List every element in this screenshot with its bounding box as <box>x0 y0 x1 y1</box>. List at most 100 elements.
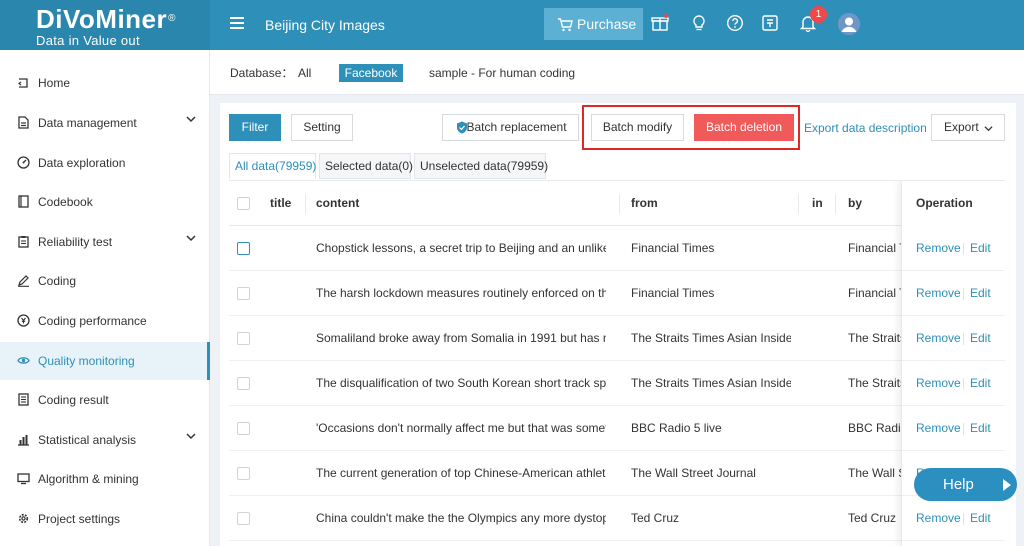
from-cell: The Wall Street Journal <box>631 466 756 480</box>
sidebar-item-label: Codebook <box>38 195 93 209</box>
gift-icon[interactable] <box>651 14 669 32</box>
divider <box>963 423 964 435</box>
avatar[interactable] <box>838 13 860 35</box>
remove-link[interactable]: Remove <box>916 496 961 541</box>
tab-all-data[interactable]: All data(79959) <box>229 153 316 179</box>
column-header-by[interactable]: by <box>848 181 898 226</box>
row-checkbox[interactable] <box>237 332 250 345</box>
sidebar-item-label: Coding result <box>38 393 109 407</box>
remove-link[interactable]: Remove <box>916 271 961 316</box>
sidebar-item-label: Statistical analysis <box>38 433 137 447</box>
edit-link[interactable]: Edit <box>970 496 991 541</box>
sidebar-item-label: Data exploration <box>38 156 126 170</box>
in-cell <box>812 361 832 406</box>
title-cell <box>270 361 302 406</box>
from-cell: Financial Times <box>631 286 715 300</box>
in-cell <box>812 406 832 451</box>
project-title: Beijing City Images <box>265 17 385 33</box>
sidebar-item-data-management[interactable]: Data management <box>0 104 210 142</box>
table-row[interactable]: Chopstick lessons, a secret trip to Beij… <box>229 226 1005 271</box>
content-cell: The disqualification of two South Korean… <box>316 376 606 390</box>
row-checkbox[interactable] <box>237 377 250 390</box>
table-row[interactable]: 'Occasions don't normally affect me but … <box>229 406 1005 451</box>
by-cell: Financial Times <box>848 286 901 300</box>
sidebar-item-label: Coding <box>38 274 77 288</box>
column-header-content[interactable]: content <box>316 181 596 226</box>
database-sample[interactable]: sample - For human coding <box>429 66 575 80</box>
row-checkbox[interactable] <box>237 287 250 300</box>
by-cell: BBC Radio 5 live <box>848 421 901 435</box>
remove-link[interactable]: Remove <box>916 316 961 361</box>
purchase-button[interactable]: Purchase <box>544 8 643 40</box>
export-dropdown[interactable]: Export <box>931 114 1005 141</box>
database-all[interactable]: All <box>298 66 311 80</box>
table-row[interactable]: The harsh lockdown measures routinely en… <box>229 271 1005 316</box>
remove-link[interactable]: Remove <box>916 361 961 406</box>
sidebar-item-algorithm-mining[interactable]: Algorithm & mining <box>0 460 210 498</box>
sidebar-item-project-settings[interactable]: Project settings <box>0 500 210 538</box>
content-cell: The current generation of top Chinese-Am… <box>316 466 606 480</box>
tab-selected-data[interactable]: Selected data(0) <box>319 153 413 179</box>
sidebar-item-home[interactable]: Home <box>0 64 210 102</box>
in-cell <box>812 451 832 496</box>
table-row[interactable]: China couldn't make the the Olympics any… <box>229 496 1005 541</box>
menu-toggle-icon[interactable] <box>229 15 245 31</box>
edit-link[interactable]: Edit <box>970 226 991 271</box>
sidebar-item-coding-performance[interactable]: Coding performance <box>0 302 210 340</box>
sidebar-item-codebook[interactable]: Codebook <box>0 183 210 221</box>
database-facebook[interactable]: Facebook <box>339 64 403 82</box>
content-cell: Somaliland broke away from Somalia in 19… <box>316 331 606 345</box>
help-button[interactable]: Help <box>914 468 1017 501</box>
sidebar-item-statistical-analysis[interactable]: Statistical analysis <box>0 421 210 459</box>
pencil-icon <box>18 275 29 287</box>
remove-link[interactable]: Remove <box>916 406 961 451</box>
filter-button[interactable]: Filter <box>229 114 281 141</box>
logo[interactable]: DiVoMiner® Data in Value out <box>0 0 210 50</box>
sidebar-item-label: Algorithm & mining <box>38 472 139 486</box>
title-cell <box>270 271 302 316</box>
divider <box>963 333 964 345</box>
lightbulb-icon[interactable] <box>690 14 708 32</box>
from-cell: BBC Radio 5 live <box>631 421 722 435</box>
help-circle-icon[interactable] <box>726 14 744 32</box>
edit-link[interactable]: Edit <box>970 316 991 361</box>
operation-cell: Remove Edit <box>902 226 1005 271</box>
code-box-icon[interactable] <box>761 14 779 32</box>
row-checkbox[interactable] <box>237 512 250 525</box>
edit-link[interactable]: Edit <box>970 406 991 451</box>
batch-replacement-button[interactable]: Batch replacement <box>442 114 579 141</box>
column-divider <box>619 194 620 214</box>
batch-modify-button[interactable]: Batch modify <box>591 114 684 141</box>
book-icon <box>18 195 29 208</box>
tab-unselected-data[interactable]: Unselected data(79959) <box>414 153 548 179</box>
table-row[interactable]: Somaliland broke away from Somalia in 19… <box>229 316 1005 361</box>
registered-mark: ® <box>168 13 177 24</box>
sidebar-item-coding[interactable]: Coding <box>0 262 210 300</box>
export-data-description-link[interactable]: Export data description <box>804 121 927 135</box>
sidebar-item-coding-result[interactable]: Coding result <box>0 381 210 419</box>
chevron-down-icon <box>984 126 993 132</box>
sidebar-item-label: Data management <box>38 116 137 130</box>
table-row[interactable]: The current generation of top Chinese-Am… <box>229 451 1005 496</box>
sidebar-item-reliability-test[interactable]: Reliability test <box>0 223 210 261</box>
select-all-checkbox[interactable] <box>237 197 250 210</box>
row-checkbox[interactable] <box>237 467 250 480</box>
divider <box>963 378 964 390</box>
row-checkbox[interactable] <box>237 422 250 435</box>
column-header-title[interactable]: title <box>270 181 300 226</box>
row-checkbox[interactable] <box>237 242 250 255</box>
setting-button[interactable]: Setting <box>291 114 353 141</box>
purchase-label: Purchase <box>577 16 637 32</box>
sidebar-item-quality-monitoring[interactable]: Quality monitoring <box>0 342 210 380</box>
column-header-from[interactable]: from <box>631 181 781 226</box>
help-label: Help <box>943 476 974 493</box>
edit-link[interactable]: Edit <box>970 361 991 406</box>
sidebar-item-data-exploration[interactable]: Data exploration <box>0 144 210 182</box>
edit-link[interactable]: Edit <box>970 271 991 316</box>
batch-deletion-button[interactable]: Batch deletion <box>694 114 794 141</box>
remove-link[interactable]: Remove <box>916 226 961 271</box>
logo-name: DiVoMiner <box>36 4 168 34</box>
cart-icon <box>558 18 573 32</box>
column-header-in[interactable]: in <box>812 181 832 226</box>
table-row[interactable]: The disqualification of two South Korean… <box>229 361 1005 406</box>
